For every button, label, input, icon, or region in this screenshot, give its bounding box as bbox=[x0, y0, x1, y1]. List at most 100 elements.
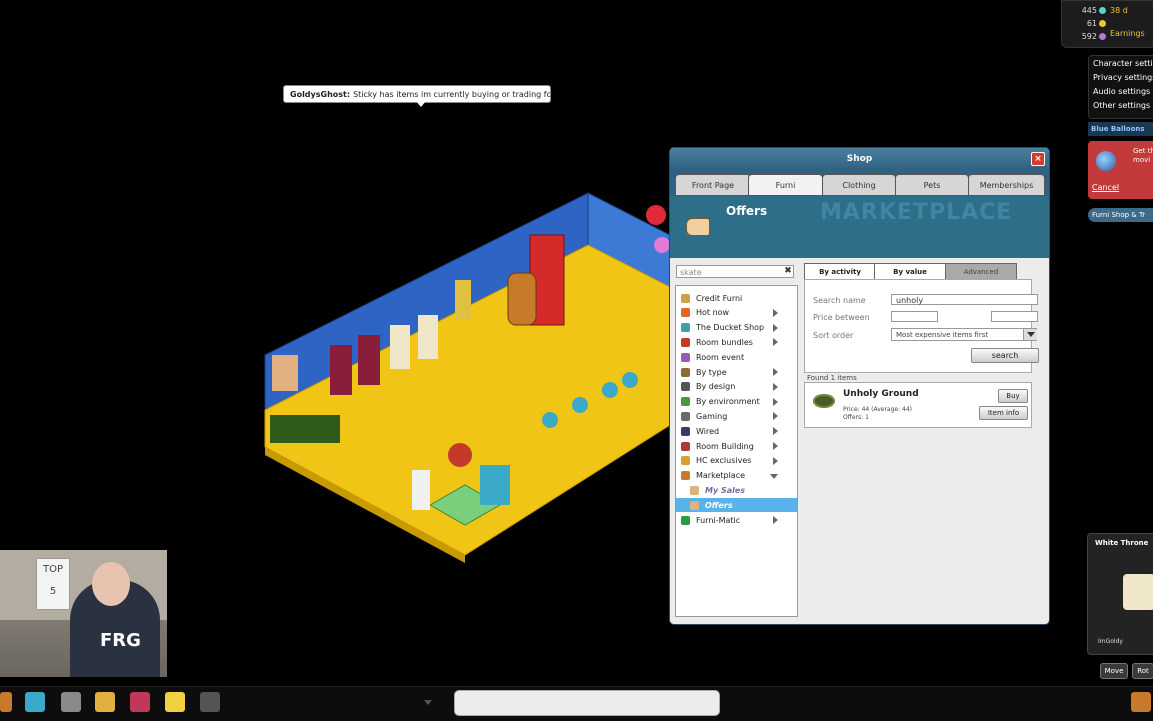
catalog-icon[interactable] bbox=[95, 692, 115, 712]
move-button[interactable]: Move bbox=[1100, 663, 1128, 679]
tab-by-value[interactable]: By value bbox=[874, 263, 946, 280]
chevron-down-icon[interactable] bbox=[1023, 329, 1037, 340]
advanced-filter-panel: Search name unholy Price between Sort or… bbox=[804, 279, 1039, 373]
catalog-search-input[interactable]: skate bbox=[676, 265, 794, 278]
sign-text-top: TOP bbox=[42, 564, 63, 575]
tab-advanced[interactable]: Advanced bbox=[945, 263, 1017, 280]
lamp-furni bbox=[622, 372, 638, 388]
category-item[interactable]: Marketplace bbox=[676, 469, 797, 483]
category-label: My Sales bbox=[705, 485, 746, 495]
close-icon[interactable]: × bbox=[1031, 152, 1045, 166]
settings-menu: Character settings Privacy settings Audi… bbox=[1088, 55, 1153, 119]
chevron-right-icon[interactable] bbox=[773, 338, 778, 347]
filter-tabs: By activity By value Advanced bbox=[804, 263, 1017, 280]
category-item[interactable]: The Ducket Shop bbox=[676, 321, 797, 335]
throne-furni bbox=[330, 345, 352, 395]
chevron-right-icon[interactable] bbox=[773, 308, 778, 317]
tab-memberships[interactable]: Memberships bbox=[968, 174, 1045, 196]
chevron-right-icon[interactable] bbox=[773, 456, 778, 465]
hc-icon bbox=[681, 456, 690, 466]
chevron-right-icon[interactable] bbox=[773, 427, 778, 436]
chevron-down-icon[interactable] bbox=[770, 473, 778, 479]
furni-shop-banner[interactable]: Furni Shop & Tr bbox=[1088, 208, 1153, 222]
category-item[interactable]: Wired bbox=[676, 424, 797, 438]
tab-furni[interactable]: Furni bbox=[748, 174, 823, 196]
hotel-icon[interactable] bbox=[0, 692, 12, 712]
menu-item-privacy-settings[interactable]: Privacy settings bbox=[1093, 73, 1153, 82]
chat-username[interactable]: GoldysGhost: bbox=[290, 90, 350, 99]
category-item[interactable]: Room bundles bbox=[676, 335, 797, 349]
category-label: HC exclusives bbox=[696, 456, 752, 466]
category-item[interactable]: Room event bbox=[676, 350, 797, 364]
chevron-down-icon[interactable] bbox=[424, 700, 432, 705]
notification-title: Blue Balloons bbox=[1088, 122, 1153, 136]
category-item[interactable]: By environment bbox=[676, 395, 797, 409]
price-min-input[interactable] bbox=[891, 311, 938, 322]
rotate-button[interactable]: Rot bbox=[1132, 663, 1153, 679]
clear-search-icon[interactable]: ✖ bbox=[783, 266, 793, 277]
tab-pets[interactable]: Pets bbox=[895, 174, 969, 196]
category-item[interactable]: Credit Furni bbox=[676, 291, 797, 305]
category-item[interactable]: By type bbox=[676, 365, 797, 379]
leaf-icon bbox=[681, 397, 690, 407]
lamp-furni bbox=[572, 397, 588, 413]
buy-button[interactable]: Buy bbox=[998, 389, 1028, 403]
menu-item-audio-settings[interactable]: Audio settings bbox=[1093, 87, 1150, 96]
item-info-button[interactable]: Item info bbox=[979, 406, 1028, 420]
shop-titlebar[interactable]: Shop bbox=[670, 148, 1049, 170]
search-name-input[interactable]: unholy bbox=[891, 294, 1038, 305]
chevron-right-icon[interactable] bbox=[773, 412, 778, 421]
category-item[interactable]: Room Building bbox=[676, 439, 797, 453]
chevron-right-icon[interactable] bbox=[773, 516, 778, 524]
games-icon[interactable] bbox=[61, 692, 81, 712]
present-furni bbox=[448, 443, 472, 467]
item-owner[interactable]: ImGoldy bbox=[1098, 638, 1123, 645]
category-item[interactable]: By design bbox=[676, 380, 797, 394]
avatar bbox=[455, 280, 471, 320]
category-label: Gaming bbox=[696, 411, 728, 421]
chat-input[interactable] bbox=[454, 690, 720, 716]
category-item[interactable]: My Sales bbox=[676, 483, 797, 497]
price-max-input[interactable] bbox=[991, 311, 1038, 322]
club-days[interactable]: 38 d bbox=[1110, 6, 1128, 15]
chevron-right-icon[interactable] bbox=[773, 442, 778, 450]
currency-hud[interactable]: 445 61 592 38 d Earnings bbox=[1061, 0, 1153, 48]
category-item[interactable]: Gaming bbox=[676, 409, 797, 423]
friends-icon[interactable] bbox=[1131, 692, 1151, 712]
shop-window[interactable]: Shop × Front Page Furni Clothing Pets Me… bbox=[669, 147, 1050, 625]
menu-item-character-settings[interactable]: Character settings bbox=[1093, 59, 1153, 68]
chevron-right-icon[interactable] bbox=[773, 323, 778, 332]
tab-by-activity[interactable]: By activity bbox=[804, 263, 876, 280]
category-item[interactable]: Offers bbox=[676, 498, 797, 513]
category-label: Wired bbox=[696, 426, 720, 436]
navigator-icon[interactable] bbox=[25, 692, 45, 712]
event-icon bbox=[681, 352, 690, 362]
horse-furni bbox=[480, 465, 510, 505]
item-offers: Offers: 1 bbox=[843, 414, 869, 421]
chevron-right-icon[interactable] bbox=[773, 382, 778, 391]
inventory-icon[interactable] bbox=[130, 692, 150, 712]
category-item[interactable]: Furni-Matic bbox=[676, 513, 797, 527]
tab-front-page[interactable]: Front Page bbox=[675, 174, 751, 196]
earnings-button[interactable]: Earnings bbox=[1110, 29, 1145, 38]
category-item[interactable]: Hot now bbox=[676, 306, 797, 320]
ducket-icon bbox=[1099, 33, 1106, 40]
category-label: The Ducket Shop bbox=[696, 323, 765, 333]
avatar-icon[interactable] bbox=[165, 692, 185, 712]
chevron-right-icon[interactable] bbox=[773, 397, 778, 406]
search-button[interactable]: search bbox=[971, 348, 1039, 363]
game-room[interactable] bbox=[250, 185, 670, 565]
hand-icon bbox=[686, 218, 710, 236]
list-item[interactable]: Unholy Ground Price: 44 (Average: 44) Of… bbox=[804, 382, 1032, 428]
menu-item-other-settings[interactable]: Other settings bbox=[1093, 101, 1150, 110]
chevron-right-icon[interactable] bbox=[773, 368, 778, 376]
cancel-link[interactable]: Cancel bbox=[1092, 183, 1119, 192]
sign-text-bottom: 5 bbox=[49, 586, 57, 597]
tab-clothing[interactable]: Clothing bbox=[822, 174, 896, 196]
gaming-icon bbox=[681, 411, 690, 421]
category-item[interactable]: HC exclusives bbox=[676, 454, 797, 468]
category-list[interactable]: Credit Furni Hot now The Ducket Shop Room b… bbox=[675, 285, 798, 617]
camera-icon[interactable] bbox=[200, 692, 220, 712]
sort-order-select[interactable]: Most expensive items first bbox=[891, 328, 1037, 341]
lamp-furni bbox=[602, 382, 618, 398]
